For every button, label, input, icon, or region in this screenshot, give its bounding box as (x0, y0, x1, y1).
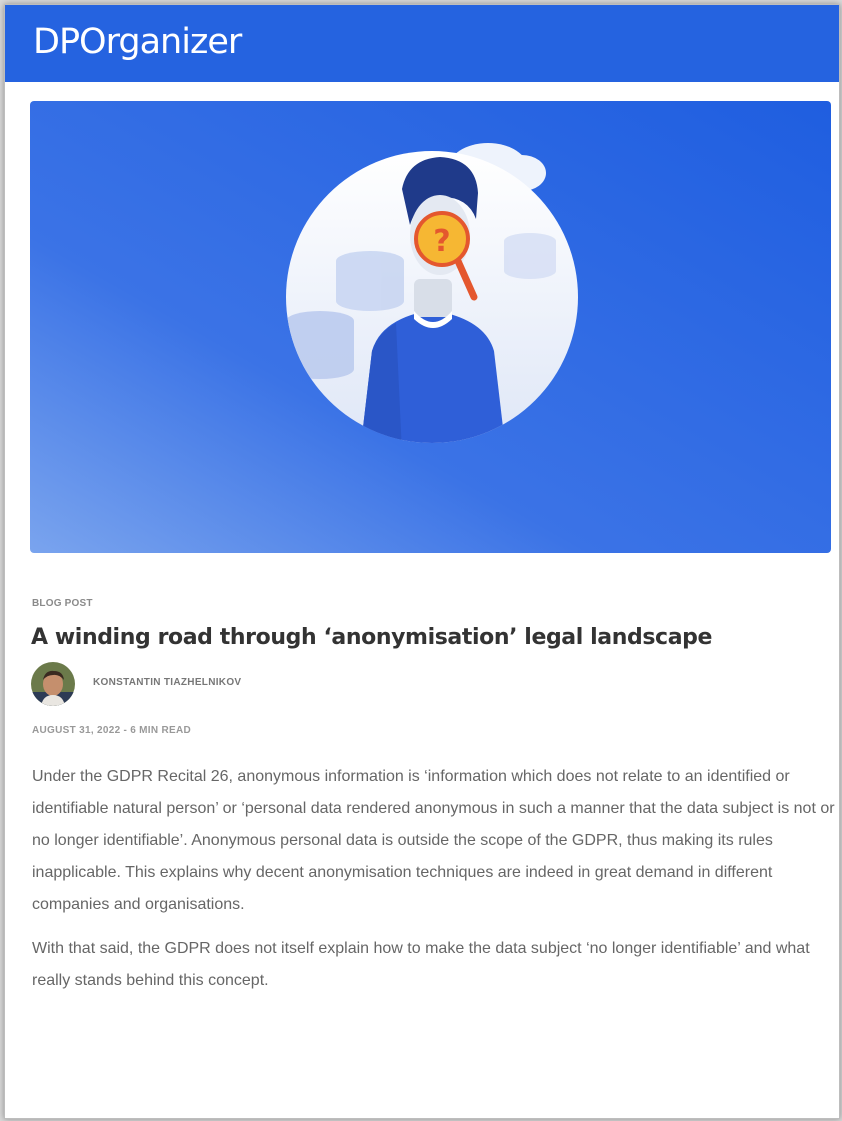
site-header: DPOrganizer (5, 5, 839, 82)
browser-frame: DPOrganizer ? BLOG POST A winding road t… (4, 4, 840, 1119)
hero-image: ? (30, 101, 831, 553)
hero-illustration: ? (30, 101, 831, 553)
author-avatar[interactable] (31, 662, 75, 706)
article-title: A winding road through ‘anonymisation’ l… (31, 625, 713, 650)
site-logo[interactable]: DPOrganizer (33, 22, 242, 62)
author-name[interactable]: KONSTANTIN TIAZHELNIKOV (93, 677, 241, 688)
publish-date: AUGUST 31, 2022 - 6 MIN READ (32, 725, 191, 736)
post-category: BLOG POST (32, 598, 93, 609)
paragraph: Under the GDPR Recital 26, anonymous inf… (32, 768, 835, 913)
paragraph: With that said, the GDPR does not itself… (32, 940, 810, 989)
svg-text:?: ? (433, 224, 450, 259)
avatar-photo (31, 662, 75, 706)
article-body: Under the GDPR Recital 26, anonymous inf… (32, 761, 837, 1009)
